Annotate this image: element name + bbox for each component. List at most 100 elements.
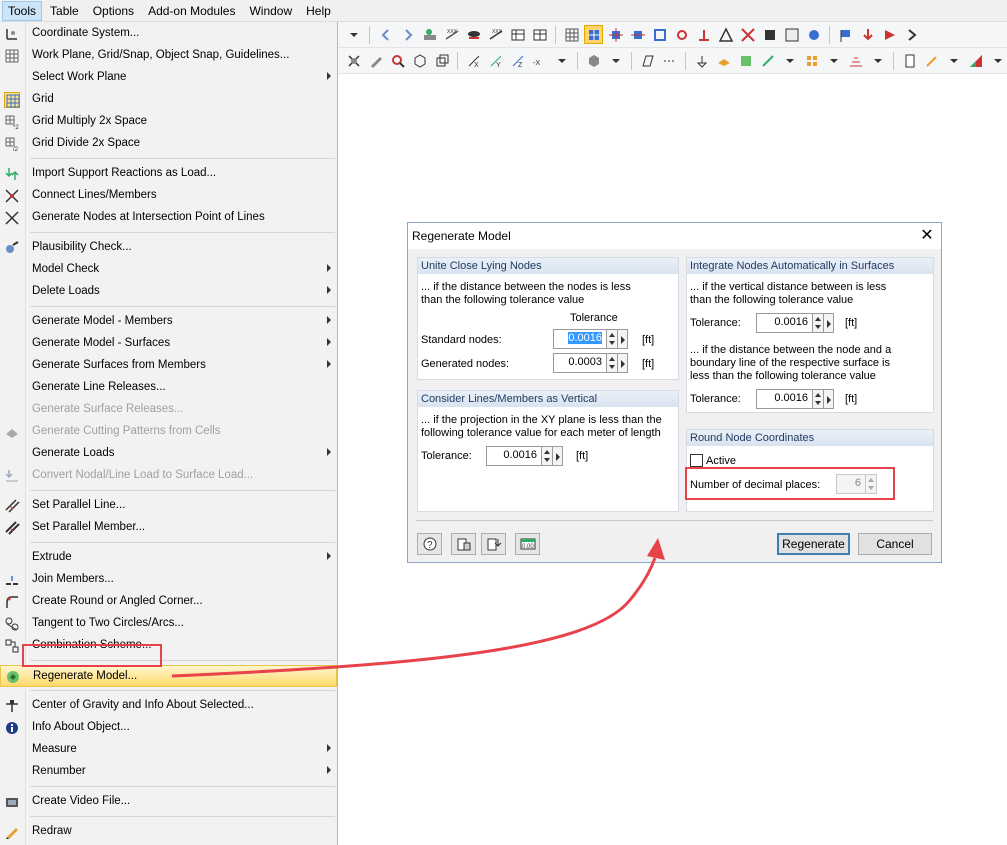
integrate-tolerance2-input[interactable]: 0.0016: [756, 389, 813, 409]
generated-nodes-input[interactable]: 0.0003: [553, 353, 607, 373]
results-icon[interactable]: [966, 51, 985, 70]
menu-item-round-corner[interactable]: Create Round or Angled Corner...: [0, 591, 337, 613]
edit-model-icon[interactable]: [366, 51, 385, 70]
menu-item-plausibility-check[interactable]: Plausibility Check...: [0, 237, 337, 259]
standard-nodes-input[interactable]: 0.0016: [553, 329, 607, 349]
integrate-tolerance2-spinner[interactable]: 0.0016: [756, 389, 834, 409]
menu-item-grid-divide[interactable]: /2 Grid Divide 2x Space: [0, 133, 337, 155]
menu-item-generate-model-surfaces[interactable]: Generate Model - Surfaces: [0, 333, 337, 355]
loads-icon[interactable]: [802, 51, 821, 70]
integrate-tolerance1-spinner[interactable]: 0.0016: [756, 313, 834, 333]
menu-item-info-about-object[interactable]: Info About Object...: [0, 717, 337, 739]
menu-item-extrude[interactable]: Extrude: [0, 547, 337, 569]
menu-window[interactable]: Window: [243, 1, 298, 21]
spin-updown-icon[interactable]: [607, 353, 618, 373]
menu-item-join-members[interactable]: Join Members...: [0, 569, 337, 591]
node-snap-icon[interactable]: [672, 25, 691, 44]
spin-right-icon[interactable]: [618, 353, 628, 373]
display-icon[interactable]: [782, 25, 801, 44]
spin-right-icon[interactable]: [824, 389, 834, 409]
active-checkbox[interactable]: [690, 454, 703, 467]
flag-icon[interactable]: [836, 25, 855, 44]
menu-item-generate-loads[interactable]: Generate Loads: [0, 443, 337, 465]
menu-item-model-check[interactable]: Model Check: [0, 259, 337, 281]
vertical-tolerance-spinner[interactable]: 0.0016: [486, 446, 563, 466]
back-arrow-icon[interactable]: [376, 25, 395, 44]
line-style-icon[interactable]: [660, 51, 679, 70]
result-icon[interactable]: [880, 25, 899, 44]
color-icon[interactable]: [804, 25, 823, 44]
dropdown-arrow-icon[interactable]: [868, 51, 887, 70]
dropdown-arrow-icon[interactable]: [606, 51, 625, 70]
spin-right-icon[interactable]: [618, 329, 628, 349]
dropdown-arrow-icon[interactable]: [780, 51, 799, 70]
member-icon[interactable]: [758, 51, 777, 70]
menu-item-generate-model-members[interactable]: Generate Model - Members: [0, 311, 337, 333]
cube-icon[interactable]: [410, 51, 429, 70]
menu-item-grid[interactable]: Grid: [0, 89, 337, 111]
generated-nodes-spinner[interactable]: 0.0003: [553, 353, 628, 373]
intersection-snap-icon[interactable]: [738, 25, 757, 44]
integrate-tolerance1-input[interactable]: 0.0016: [756, 313, 813, 333]
xyz-icon[interactable]: XXX: [442, 25, 461, 44]
menu-item-generate-surfaces-from-members[interactable]: Generate Surfaces from Members: [0, 355, 337, 377]
menu-item-select-work-plane[interactable]: Select Work Plane: [0, 67, 337, 89]
view-z-icon[interactable]: Z: [508, 51, 527, 70]
dropdown-arrow-icon[interactable]: [944, 51, 963, 70]
menu-help[interactable]: Help: [300, 1, 337, 21]
midpoint-snap-icon[interactable]: [628, 25, 647, 44]
view-icon[interactable]: [420, 25, 439, 44]
menu-item-coordinate-system[interactable]: Coordinate System...: [0, 23, 337, 45]
render-mode-icon[interactable]: [584, 51, 603, 70]
settings-snap-icon[interactable]: [760, 25, 779, 44]
menu-item-connect-lines[interactable]: Connect Lines/Members: [0, 185, 337, 207]
support-icon[interactable]: [692, 51, 711, 70]
menu-item-import-support-reactions[interactable]: Import Support Reactions as Load...: [0, 163, 337, 185]
menu-item-redraw[interactable]: Redraw: [0, 821, 337, 843]
menu-table[interactable]: Table: [44, 1, 85, 21]
model-check-icon[interactable]: [344, 51, 363, 70]
dropdown-arrow-icon[interactable]: [344, 25, 363, 44]
menu-item-set-parallel-member[interactable]: Set Parallel Member...: [0, 517, 337, 539]
spin-updown-icon[interactable]: [607, 329, 618, 349]
regenerate-button[interactable]: Regenerate: [777, 533, 850, 555]
grid-toggle-icon[interactable]: [562, 25, 581, 44]
table-edit-icon[interactable]: [530, 25, 549, 44]
menu-item-center-of-gravity[interactable]: Center of Gravity and Info About Selecte…: [0, 695, 337, 717]
menu-item-generate-line-releases[interactable]: Generate Line Releases...: [0, 377, 337, 399]
menu-add-on-modules[interactable]: Add-on Modules: [142, 1, 241, 21]
menu-options[interactable]: Options: [87, 1, 140, 21]
dropdown-arrow-icon[interactable]: [552, 51, 571, 70]
load-settings-button[interactable]: [451, 533, 476, 555]
snap-toggle-icon[interactable]: [584, 25, 603, 44]
menu-item-delete-loads[interactable]: Delete Loads: [0, 281, 337, 303]
menu-item-work-plane[interactable]: Work Plane, Grid/Snap, Object Snap, Guid…: [0, 45, 337, 67]
view-x-icon[interactable]: X: [464, 51, 483, 70]
dimension-icon[interactable]: XXX: [486, 25, 505, 44]
close-icon[interactable]: ✕: [917, 226, 937, 246]
save-settings-button[interactable]: [481, 533, 506, 555]
load-icon[interactable]: [858, 25, 877, 44]
dropdown-arrow-icon[interactable]: [824, 51, 843, 70]
spin-updown-icon[interactable]: [542, 446, 553, 466]
spin-updown-icon[interactable]: [813, 389, 824, 409]
view-y-icon[interactable]: Y: [486, 51, 505, 70]
menu-item-renumber[interactable]: Renumber: [0, 761, 337, 783]
menu-item-measure[interactable]: Measure: [0, 739, 337, 761]
cancel-button[interactable]: Cancel: [858, 533, 932, 555]
table-view-icon[interactable]: [508, 25, 527, 44]
dropdown-arrow-icon[interactable]: [988, 51, 1007, 70]
draw-icon[interactable]: [922, 51, 941, 70]
spin-updown-icon[interactable]: [813, 313, 824, 333]
menu-item-regenerate-model[interactable]: Regenerate Model...: [0, 665, 337, 687]
search-model-icon[interactable]: [388, 51, 407, 70]
solid-icon[interactable]: [736, 51, 755, 70]
object-snap-icon[interactable]: [606, 25, 625, 44]
menu-item-set-parallel-line[interactable]: Set Parallel Line...: [0, 495, 337, 517]
report-icon[interactable]: [900, 51, 919, 70]
spin-right-icon[interactable]: [553, 446, 563, 466]
render-icon[interactable]: [464, 25, 483, 44]
cube-copy-icon[interactable]: [432, 51, 451, 70]
arrow-right-icon[interactable]: [902, 25, 921, 44]
menu-tools[interactable]: Tools: [2, 0, 43, 21]
